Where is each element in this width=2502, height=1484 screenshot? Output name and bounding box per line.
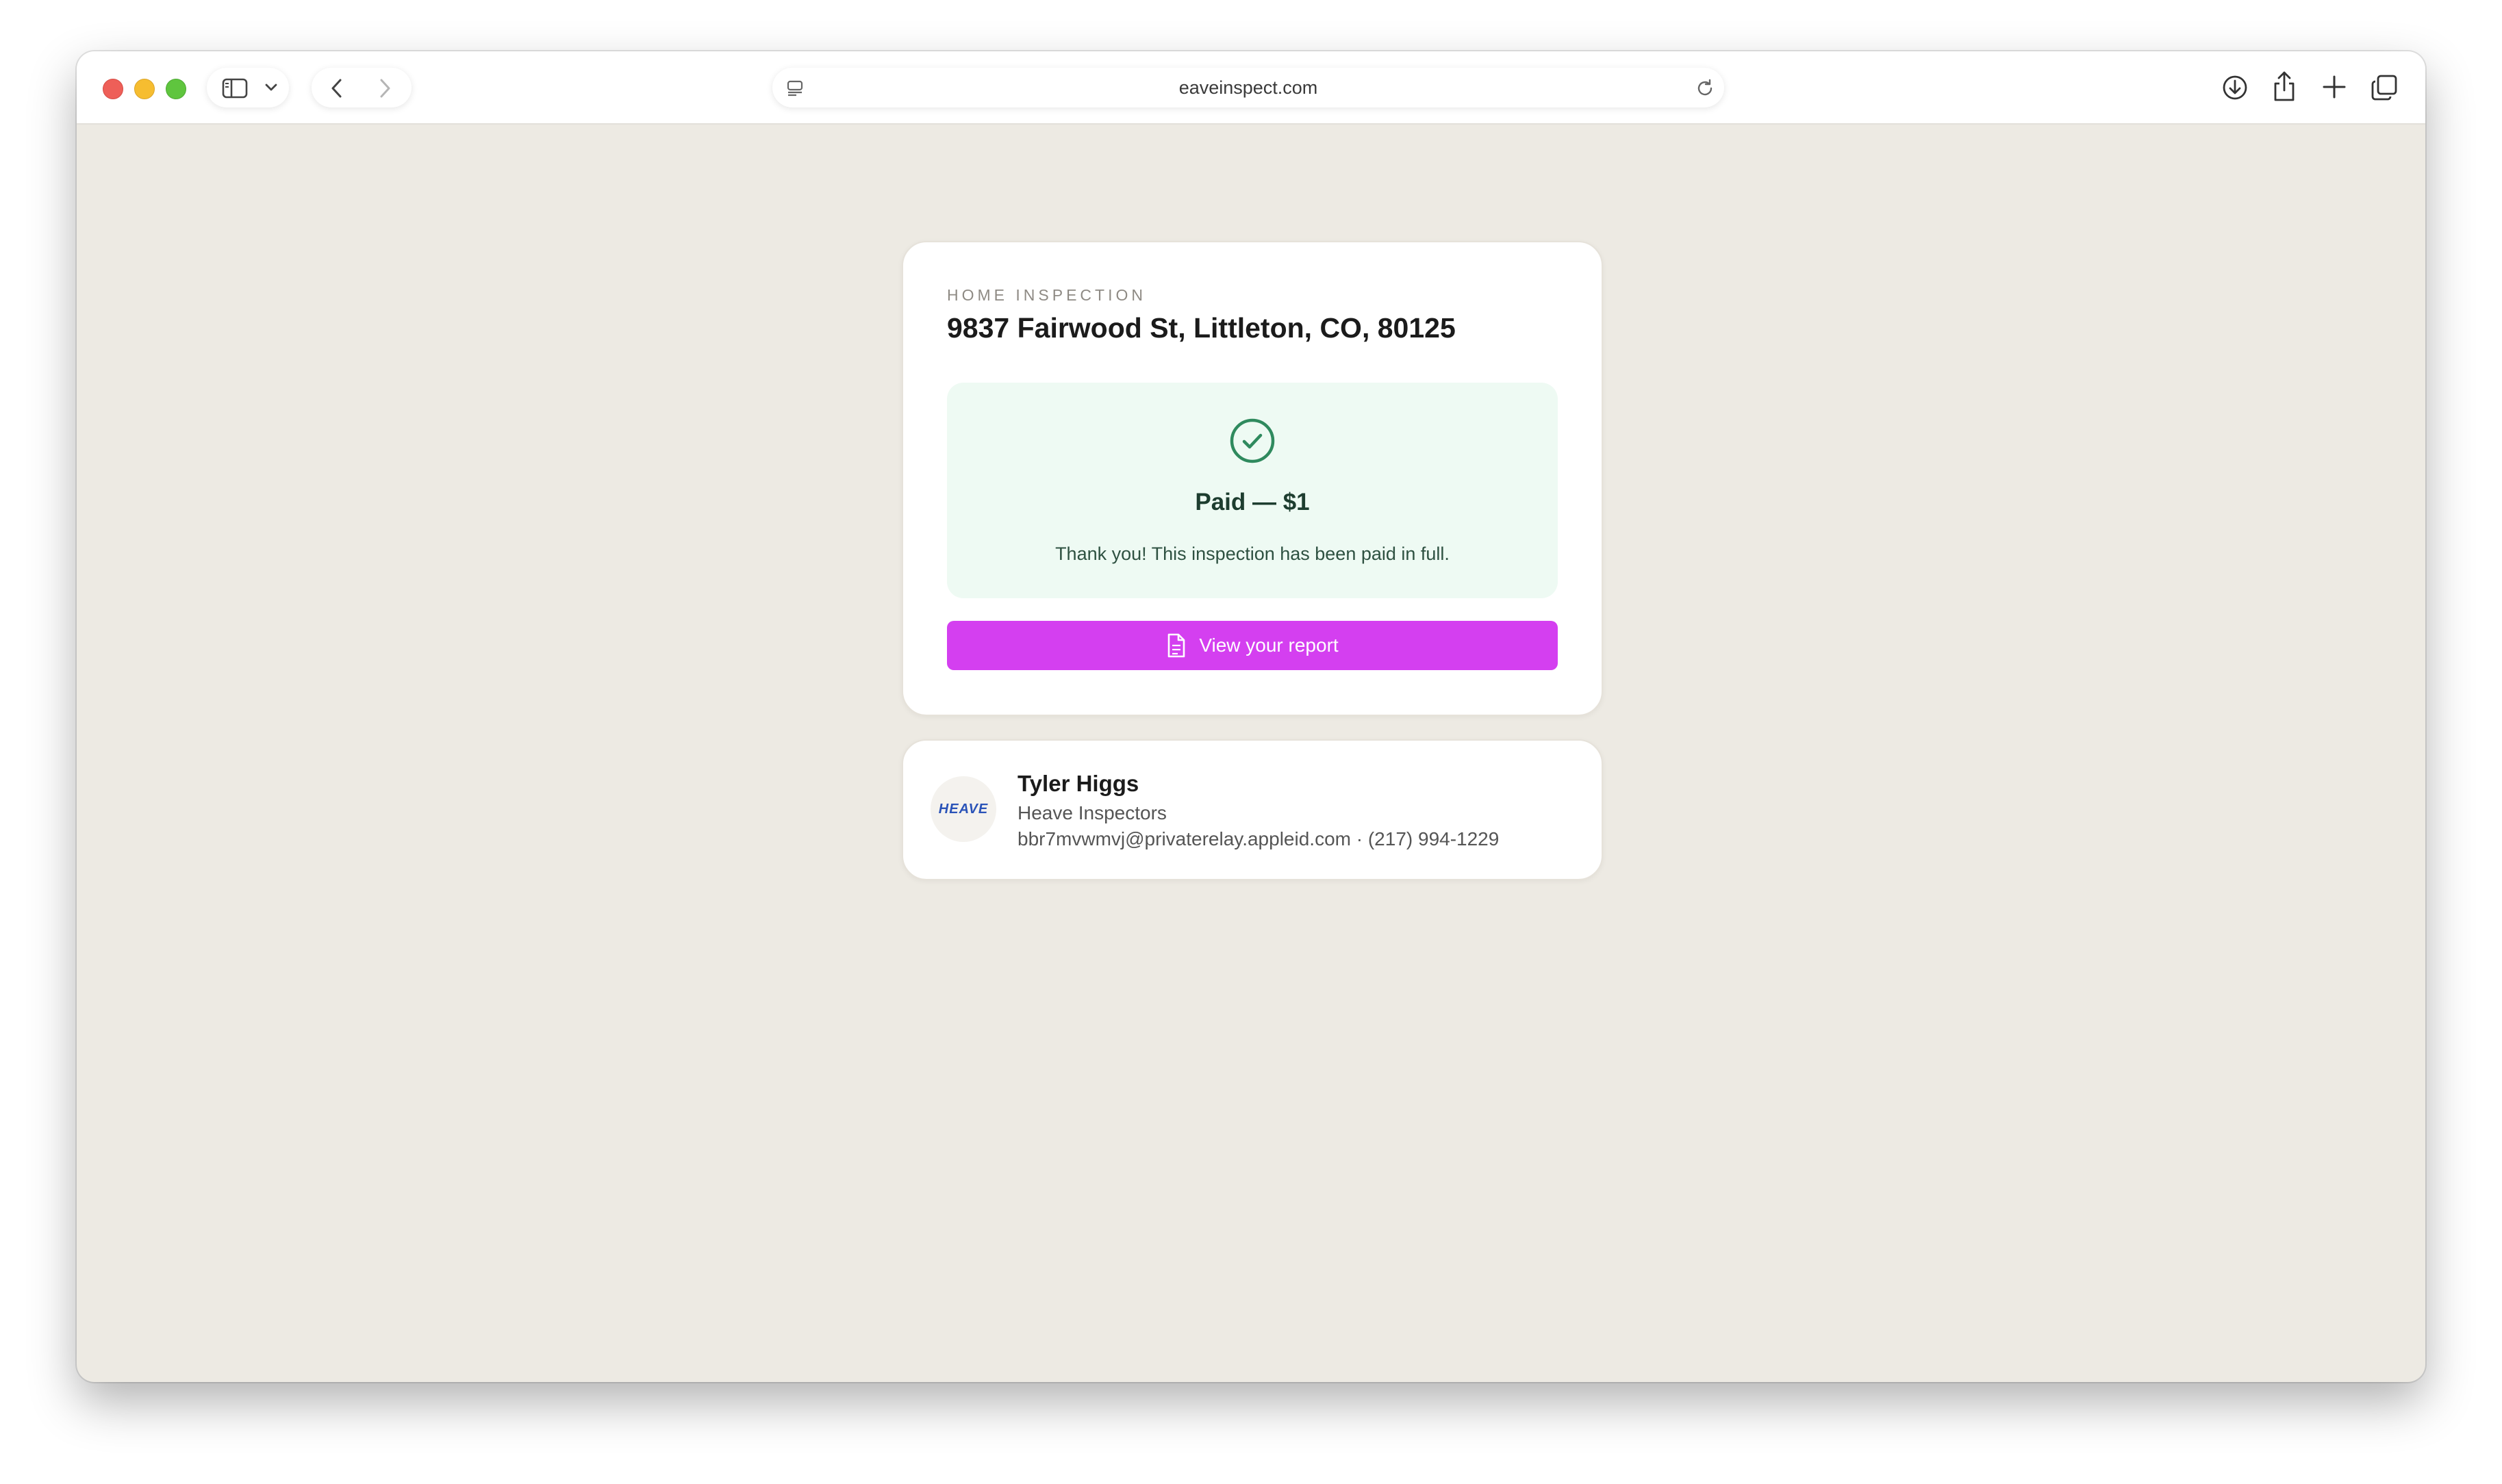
property-address: 9837 Fairwood St, Littleton, CO, 80125 (947, 312, 1456, 344)
inspector-name: Tyler Higgs (1018, 771, 1139, 796)
sidebar-icon[interactable] (222, 78, 248, 99)
view-report-label: View your report (1199, 635, 1339, 656)
tab-overview-icon[interactable] (2371, 74, 2398, 101)
company-logo: HEAVE (938, 801, 989, 817)
payment-status-panel: Paid — $1 Thank you! This inspection has… (947, 383, 1558, 598)
payment-status-message: Thank you! This inspection has been paid… (1055, 543, 1450, 564)
inspector-contact-details[interactable]: bbr7mvwmvj@privaterelay.appleid.com · (2… (1018, 828, 1499, 850)
chevron-right-icon (380, 79, 390, 98)
document-icon (1166, 632, 1187, 658)
sidebar-controls (207, 68, 289, 107)
page-content: HOME INSPECTION 9837 Fairwood St, Little… (77, 125, 2425, 1382)
back-button[interactable] (330, 78, 344, 99)
url-text[interactable]: eaveinspect.com (772, 68, 1724, 107)
inspector-company: Heave Inspectors (1018, 802, 1167, 823)
zoom-window-button[interactable] (166, 79, 186, 99)
close-window-button[interactable] (103, 79, 123, 99)
chevron-left-icon (331, 79, 342, 98)
chevron-down-icon[interactable] (264, 83, 278, 92)
browser-window: eaveinspect.com HOME INSPECTION 9837 Fai… (77, 51, 2425, 1382)
check-circle-icon (1228, 417, 1276, 465)
plus-icon[interactable] (2321, 74, 2347, 100)
inspector-avatar: HEAVE (931, 776, 996, 842)
inspection-type-label: HOME INSPECTION (947, 286, 1146, 304)
reload-icon[interactable] (1695, 79, 1715, 98)
navigation-controls (312, 68, 412, 107)
minimize-window-button[interactable] (134, 79, 155, 99)
payment-status-title: Paid — $1 (1195, 489, 1310, 515)
view-report-button[interactable]: View your report (947, 621, 1558, 670)
inspection-card: HOME INSPECTION 9837 Fairwood St, Little… (902, 241, 1603, 716)
address-bar[interactable]: eaveinspect.com (772, 68, 1724, 107)
share-icon[interactable] (2271, 71, 2297, 102)
inspector-contact-card: HEAVE Tyler Higgs Heave Inspectors bbr7m… (902, 739, 1603, 880)
browser-toolbar: eaveinspect.com (77, 51, 2425, 125)
download-icon[interactable] (2221, 74, 2249, 101)
forward-button[interactable] (378, 78, 392, 99)
